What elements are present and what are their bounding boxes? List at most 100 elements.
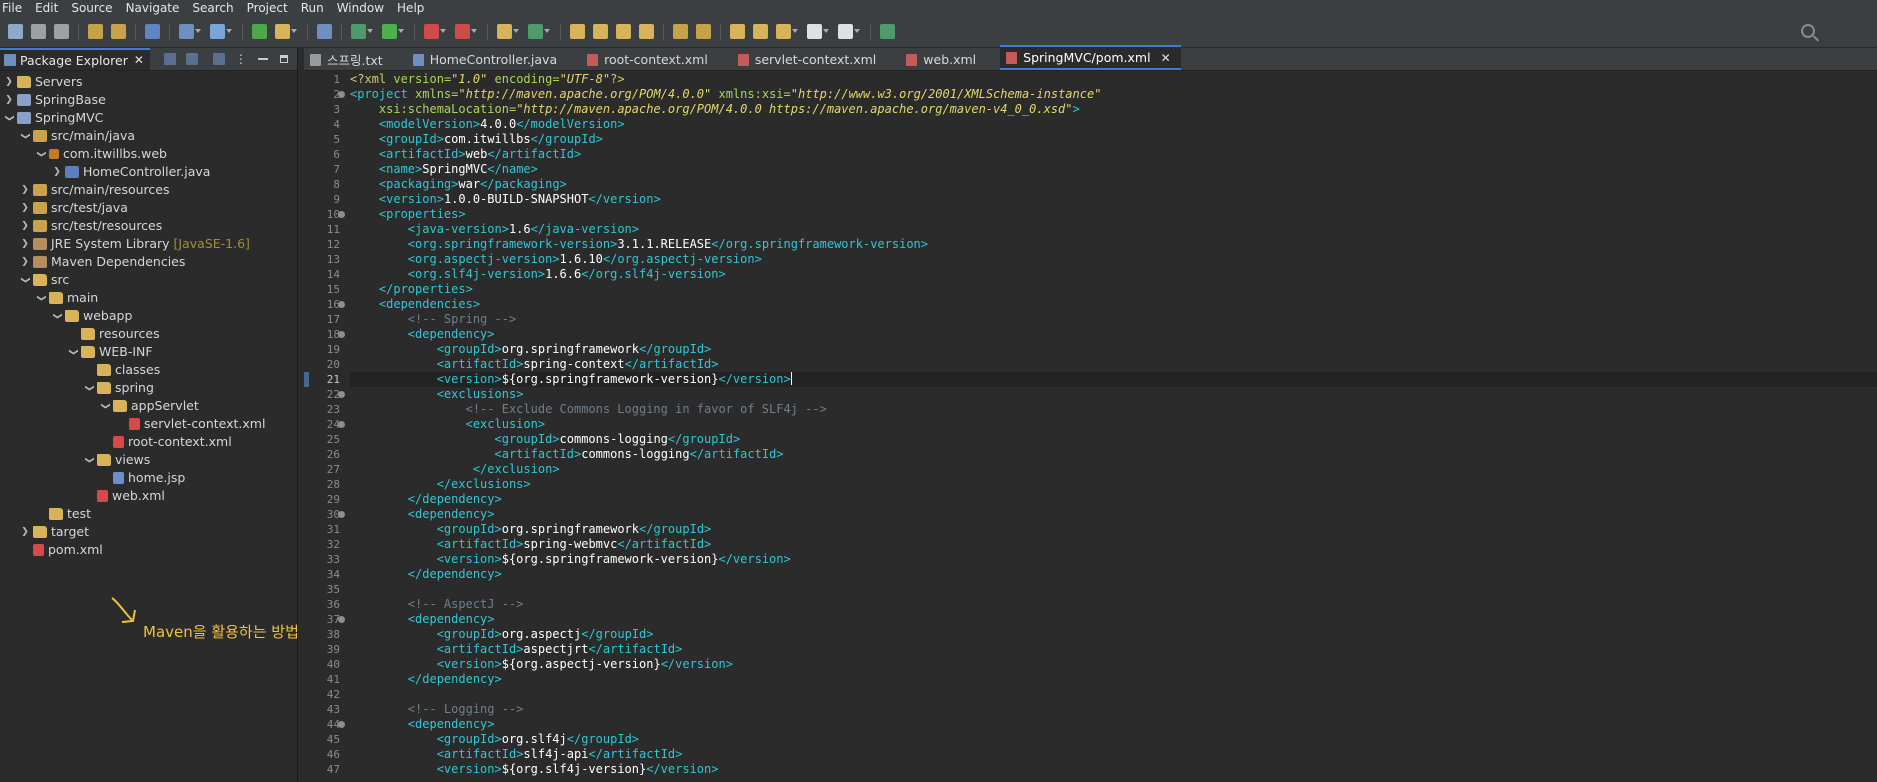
view-menu-icon[interactable]: ⋮ [235, 52, 247, 66]
editor-tab[interactable]: web.xml [900, 49, 986, 70]
tree-item[interactable]: ❯ HomeController.java [52, 163, 210, 181]
editor-tab[interactable]: SpringMVC/pom.xml ✕ [1000, 45, 1181, 70]
tree-item[interactable]: ❯ appServlet [100, 397, 199, 415]
chevron-down-icon[interactable]: ❯ [16, 131, 34, 141]
toolbar-tool-icon[interactable] [570, 24, 585, 39]
tree-item[interactable]: ❯ SpringBase [4, 91, 106, 109]
toolbar-tool-icon[interactable] [31, 24, 46, 39]
toolbar-tool-icon[interactable] [88, 24, 103, 39]
editor-tab[interactable]: 스프링.txt [304, 49, 393, 70]
toolbar-tool-icon[interactable] [210, 24, 232, 39]
menu-file[interactable]: File [0, 0, 33, 16]
chevron-down-icon[interactable] [471, 29, 477, 33]
toolbar-tool-icon[interactable] [807, 24, 829, 39]
editor-tab[interactable]: servlet-context.xml [732, 49, 886, 70]
tree-item[interactable]: root-context.xml [100, 433, 232, 451]
toolbar-tool-icon[interactable] [639, 24, 654, 39]
toolbar-tool-icon[interactable] [673, 24, 688, 39]
code-area[interactable]: 1 2 3 4 5 6 7 8 9 10 11 12 13 14 15 16 17 18 19 20 21 22 23 24 2… [304, 72, 1877, 782]
toolbar-tool-icon[interactable] [252, 24, 267, 39]
chevron-down-icon[interactable]: ❯ [32, 293, 50, 303]
toolbar-tool-icon[interactable] [593, 24, 608, 39]
toolbar-tool-icon[interactable] [145, 24, 160, 39]
toolbar-tool-icon[interactable] [753, 24, 768, 39]
chevron-right-icon[interactable]: ❯ [20, 235, 30, 253]
menu-search[interactable]: Search [190, 0, 244, 16]
menu-window[interactable]: Window [335, 0, 395, 16]
tree-item[interactable]: ❯ SpringMVC [4, 109, 103, 127]
chevron-right-icon[interactable]: ❯ [20, 199, 30, 217]
menu-source[interactable]: Source [69, 0, 123, 16]
tree-item[interactable]: ❯ webapp [52, 307, 132, 325]
tree-item[interactable]: ❯ src/main/java [20, 127, 135, 145]
chevron-down-icon[interactable] [195, 29, 201, 33]
fold-toggle-icon[interactable] [338, 391, 345, 398]
toolbar-tool-icon[interactable] [382, 24, 404, 39]
minimize-icon[interactable] [257, 58, 268, 60]
fold-toggle-icon[interactable] [338, 616, 345, 623]
chevron-down-icon[interactable] [226, 29, 232, 33]
toolbar-tool-icon[interactable] [455, 24, 477, 39]
toolbar-tool-icon[interactable] [8, 24, 23, 39]
tree-item[interactable]: resources [68, 325, 160, 343]
chevron-down-icon[interactable] [440, 29, 446, 33]
tree-item[interactable]: ❯ Maven Dependencies [20, 253, 185, 271]
fold-toggle-icon[interactable] [338, 331, 345, 338]
tree-item[interactable]: ❯ src/test/resources [20, 217, 162, 235]
tree-item[interactable]: ❯ src/main/resources [20, 181, 169, 199]
chevron-down-icon[interactable]: ❯ [48, 311, 66, 321]
menu-navigate[interactable]: Navigate [124, 0, 191, 16]
toolbar-tool-icon[interactable] [838, 24, 860, 39]
toolbar-tool-icon[interactable] [776, 24, 798, 39]
toolbar-tool-icon[interactable] [275, 24, 297, 39]
toolbar-tool-icon[interactable] [696, 24, 711, 39]
close-icon[interactable]: ✕ [1161, 51, 1171, 65]
toolbar-tool-icon[interactable] [424, 24, 446, 39]
tree-item[interactable]: ❯ WEB-INF [68, 343, 153, 361]
chevron-right-icon[interactable]: ❯ [20, 217, 30, 235]
chevron-down-icon[interactable] [823, 29, 829, 33]
close-icon[interactable]: ✕ [134, 53, 144, 67]
tree-item[interactable]: ❯ Servers [4, 73, 82, 91]
tree-item[interactable]: ❯ src [20, 271, 69, 289]
tree-item[interactable]: ❯ com.itwillbs.web [36, 145, 167, 163]
toolbar-tool-icon[interactable] [730, 24, 745, 39]
fold-toggle-icon[interactable] [338, 511, 345, 518]
chevron-down-icon[interactable] [367, 29, 373, 33]
chevron-right-icon[interactable]: ❯ [20, 181, 30, 199]
tab-package-explorer[interactable]: Package Explorer ✕ [0, 48, 150, 70]
chevron-down-icon[interactable]: ❯ [16, 275, 34, 285]
fold-toggle-icon[interactable] [338, 211, 345, 218]
link-with-editor-icon[interactable] [185, 53, 198, 65]
fold-toggle-icon[interactable] [338, 301, 345, 308]
tree-item[interactable]: ❯ spring [84, 379, 154, 397]
chevron-down-icon[interactable] [544, 29, 550, 33]
toolbar-tool-icon[interactable] [528, 24, 550, 39]
toolbar-tool-icon[interactable] [497, 24, 519, 39]
tree-item[interactable]: ❯ JRE System Library [JavaSE-1.6] [20, 235, 250, 253]
chevron-down-icon[interactable] [792, 29, 798, 33]
toolbar-tool-icon[interactable] [351, 24, 373, 39]
toolbar-tool-icon[interactable] [111, 24, 126, 39]
tree-item[interactable]: pom.xml [20, 541, 103, 559]
focus-icon[interactable] [212, 53, 225, 65]
chevron-down-icon[interactable] [398, 29, 404, 33]
editor-tab[interactable]: root-context.xml [581, 49, 718, 70]
chevron-right-icon[interactable]: ❯ [52, 163, 62, 181]
chevron-down-icon[interactable]: ❯ [96, 401, 114, 411]
chevron-down-icon[interactable]: ❯ [80, 455, 98, 465]
toolbar-tool-icon[interactable] [616, 24, 631, 39]
chevron-down-icon[interactable] [513, 29, 519, 33]
chevron-down-icon[interactable]: ❯ [32, 149, 50, 159]
tree-item[interactable]: classes [84, 361, 160, 379]
chevron-right-icon[interactable]: ❯ [4, 91, 14, 109]
chevron-down-icon[interactable]: ❯ [64, 347, 82, 357]
fold-toggle-icon[interactable] [338, 421, 345, 428]
tree-item[interactable]: test [36, 505, 91, 523]
chevron-down-icon[interactable] [854, 29, 860, 33]
tree-item[interactable]: web.xml [84, 487, 165, 505]
toolbar-tool-icon[interactable] [880, 24, 895, 39]
tree-item[interactable]: ❯ main [36, 289, 98, 307]
maximize-icon[interactable] [279, 55, 288, 63]
chevron-right-icon[interactable]: ❯ [20, 523, 30, 541]
